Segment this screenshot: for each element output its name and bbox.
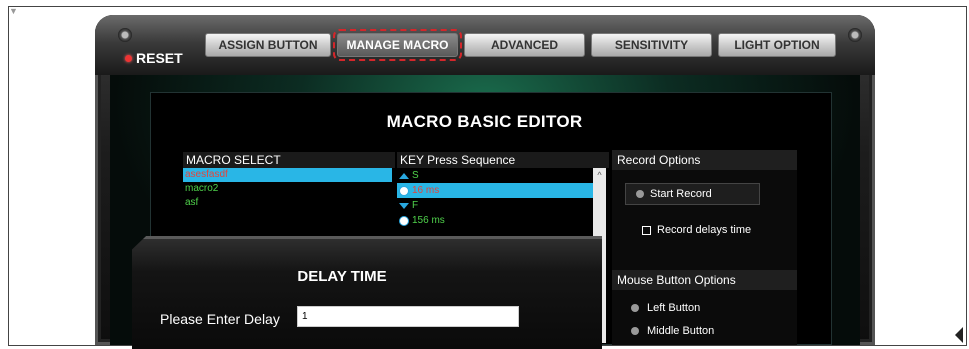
record-indicator-icon xyxy=(636,190,644,198)
radio-icon xyxy=(631,304,639,312)
options-panel: Record Options xyxy=(612,150,797,345)
middle-button-radio[interactable]: Middle Button xyxy=(631,325,714,337)
start-record-label: Start Record xyxy=(650,188,712,200)
left-button-radio[interactable]: Left Button xyxy=(631,302,700,314)
bolt-right-icon xyxy=(848,28,862,42)
tab-advanced[interactable]: ADVANCED xyxy=(464,33,585,57)
key-up-icon xyxy=(399,172,409,179)
record-options-header: Record Options xyxy=(612,150,797,170)
clock-icon xyxy=(399,215,409,226)
mouse-button-options-header: Mouse Button Options xyxy=(612,270,797,290)
sequence-item-text: 156 ms xyxy=(412,215,445,226)
clock-icon xyxy=(399,185,409,196)
sequence-item[interactable]: 156 ms xyxy=(397,213,593,228)
middle-button-label: Middle Button xyxy=(647,325,715,337)
sequence-item-text: S xyxy=(412,170,419,181)
start-record-button[interactable]: Start Record xyxy=(625,183,760,205)
macro-item[interactable]: asesfasdf xyxy=(183,168,392,182)
record-delays-label: Record delays time xyxy=(657,224,752,236)
delay-dialog xyxy=(132,236,602,349)
sequence-item[interactable]: F xyxy=(397,198,593,213)
macro-item[interactable]: macro2 xyxy=(183,182,392,196)
checkbox-icon xyxy=(642,225,651,235)
reset-indicator-icon xyxy=(125,54,132,62)
reset-label: RESET xyxy=(136,50,183,66)
macro-select-list[interactable]: asesfasdf macro2 asf xyxy=(183,168,392,210)
delay-input[interactable] xyxy=(297,306,519,327)
tab-manage-macro[interactable]: MANAGE MACRO xyxy=(333,29,462,61)
macro-item[interactable]: asf xyxy=(183,196,392,210)
sequence-item[interactable]: S xyxy=(397,168,593,183)
tab-assign-button[interactable]: ASSIGN BUTTON xyxy=(205,33,331,57)
delay-input-label: Please Enter Delay xyxy=(160,311,280,327)
key-sequence-header: KEY Press Sequence xyxy=(397,152,609,168)
tab-light-option[interactable]: LIGHT OPTION xyxy=(718,33,836,57)
corner-arrow-icon: ▼ xyxy=(9,6,18,16)
delay-dialog-title: DELAY TIME xyxy=(297,268,387,285)
radio-icon xyxy=(631,327,639,335)
sequence-item-text: 16 ms xyxy=(412,185,440,196)
macro-item-label: asf xyxy=(185,197,199,208)
side-arrow-icon xyxy=(955,327,963,343)
macro-item-label: asesfasdf xyxy=(185,169,228,180)
reset-button[interactable]: RESET xyxy=(125,49,183,67)
left-button-label: Left Button xyxy=(647,302,701,314)
macro-select-header: MACRO SELECT xyxy=(183,152,395,168)
tab-sensitivity[interactable]: SENSITIVITY xyxy=(591,33,712,57)
editor-title: MACRO BASIC EDITOR xyxy=(386,112,583,131)
record-delays-checkbox[interactable]: Record delays time xyxy=(642,224,751,236)
macro-item-label: macro2 xyxy=(185,183,219,194)
key-down-icon xyxy=(399,202,409,209)
sequence-item-text: F xyxy=(412,200,419,211)
bolt-left-icon xyxy=(118,28,132,42)
tab-bar: ASSIGN BUTTON MANAGE MACRO ADVANCED SENS… xyxy=(205,29,836,61)
scroll-up-icon[interactable]: ^ xyxy=(593,168,606,182)
sequence-item[interactable]: 16 ms xyxy=(397,183,593,198)
